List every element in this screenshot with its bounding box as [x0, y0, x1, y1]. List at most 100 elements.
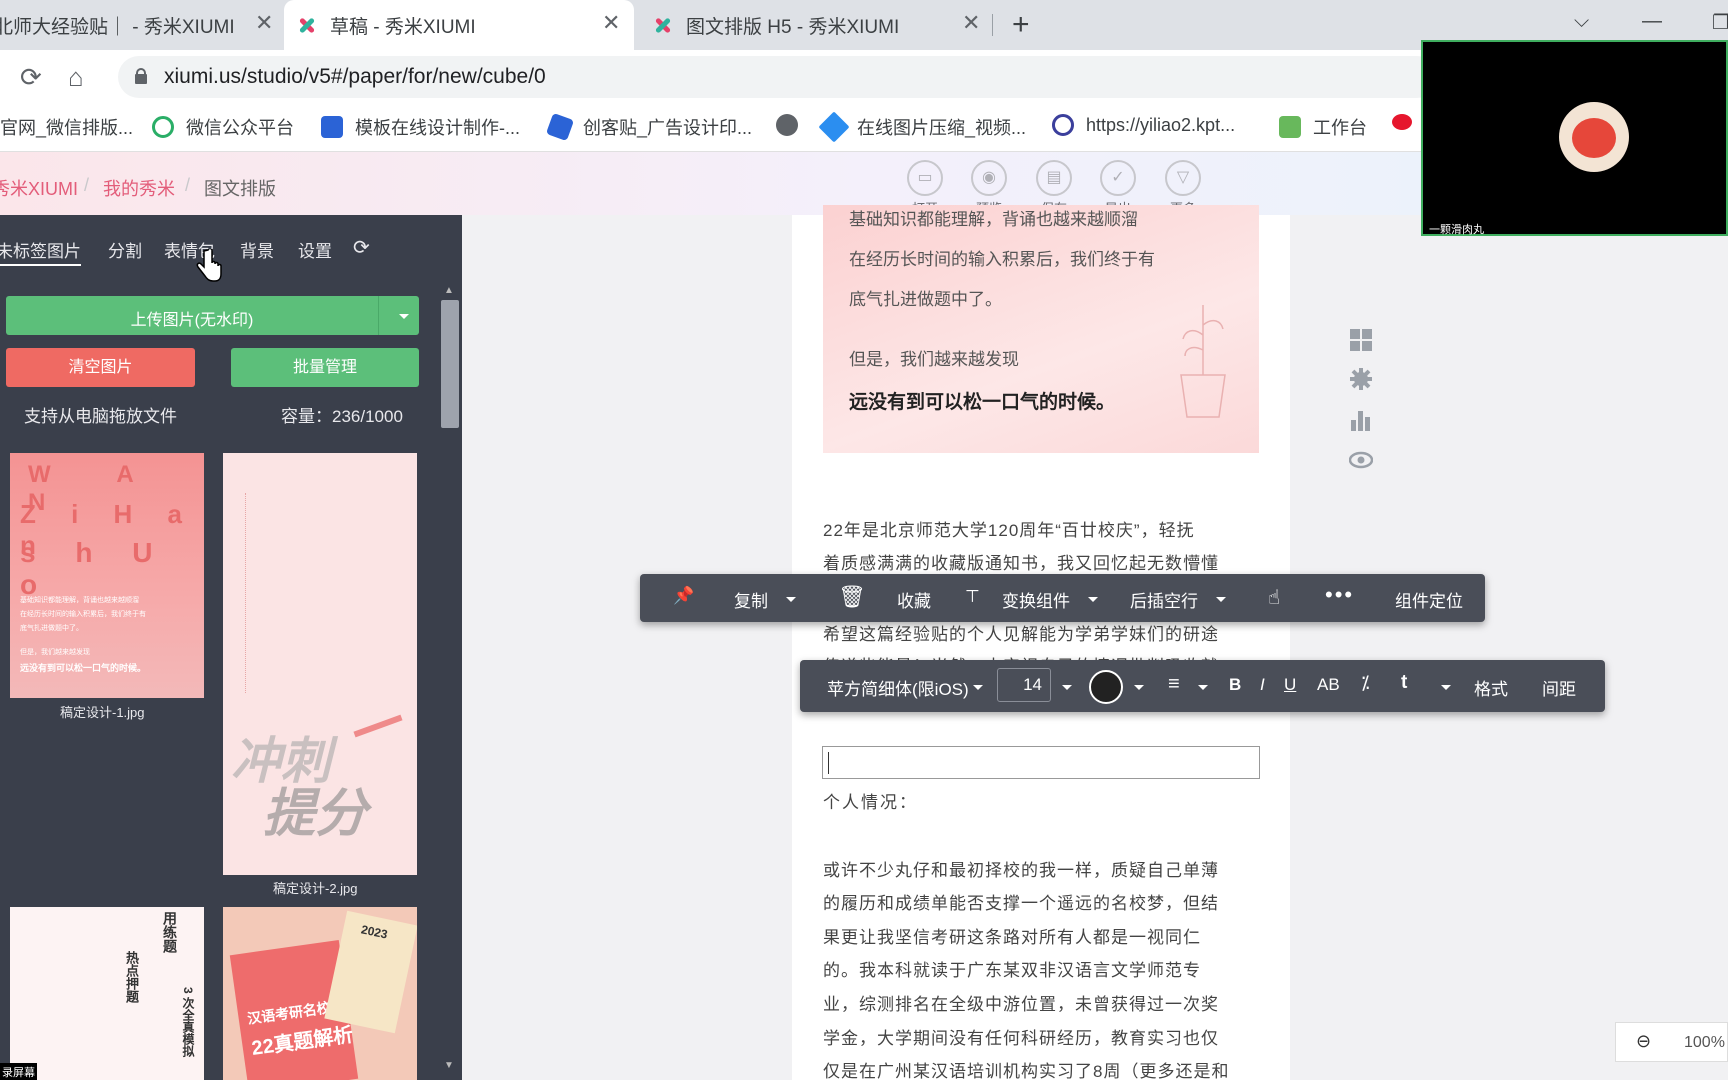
- bookmark-kpt[interactable]: https://yiliao2.kpt...: [1052, 114, 1235, 136]
- zoom-out-icon[interactable]: ⊖: [1636, 1031, 1651, 1052]
- bookmark-wechat[interactable]: 微信公众平台: [152, 114, 294, 140]
- tab-background[interactable]: 背景: [240, 237, 274, 262]
- close-icon[interactable]: ✕: [602, 10, 620, 36]
- italic-button[interactable]: I: [1260, 675, 1265, 695]
- section-title[interactable]: 个人情况：: [823, 788, 918, 813]
- image-thumb-2[interactable]: 冲刺 提分: [223, 453, 417, 875]
- card-line: 底气扎进做题中了。: [849, 290, 1002, 309]
- breadcrumb-my-xiumi[interactable]: 我的秀米: [103, 175, 175, 201]
- scroll-up-icon[interactable]: ▲: [444, 285, 454, 296]
- paint-roller-icon[interactable]: ⊤: [965, 587, 980, 607]
- tab-draft[interactable]: 草稿 - 秀米XIUMI ✕: [284, 0, 634, 50]
- paragraph-line[interactable]: 22年是北京师范大学120周年“百廿校庆”，轻抚: [823, 516, 1195, 541]
- font-size-input[interactable]: 14: [997, 668, 1051, 702]
- upload-image-button[interactable]: 上传图片(无水印): [6, 296, 419, 335]
- close-icon[interactable]: ✕: [255, 10, 273, 36]
- reload-icon[interactable]: ⟳: [20, 62, 42, 93]
- swap-dropdown-caret-icon[interactable]: [1088, 597, 1098, 602]
- strikethrough-button[interactable]: AB: [1317, 675, 1340, 695]
- empty-text-input[interactable]: [822, 746, 1260, 779]
- home-icon[interactable]: ⌂: [68, 62, 84, 93]
- spacing-button[interactable]: 间距: [1542, 675, 1576, 700]
- tab-divider[interactable]: 分割: [108, 237, 142, 262]
- format-button[interactable]: 格式: [1474, 675, 1508, 700]
- pink-image-card[interactable]: 基础知识都能理解，背诵也越来越顺溜 在经历长时间的输入积累后，我们终于有 底气扎…: [823, 205, 1259, 453]
- bookmark-compress[interactable]: 在线图片压缩_视频...: [818, 111, 1026, 143]
- copy-dropdown-caret-icon[interactable]: [786, 597, 796, 602]
- paragraph-line[interactable]: 的。我本科就读于广东某双非汉语言文学师范专: [823, 956, 1201, 981]
- copy-button[interactable]: 复制: [734, 587, 768, 612]
- batch-manage-button[interactable]: 批量管理: [231, 348, 419, 387]
- image-caption: 稿定设计-2.jpg: [273, 881, 358, 896]
- paragraph-line[interactable]: 果更让我坚信考研这条路对所有人都是一视同仁: [823, 923, 1201, 948]
- panel-scrollbar-thumb[interactable]: [441, 300, 459, 428]
- paragraph-line[interactable]: 的履历和成绩单能否支撑一个遥远的名校梦，但结: [823, 889, 1219, 914]
- color-dropdown-caret-icon[interactable]: [1134, 685, 1144, 690]
- swap-component-button[interactable]: 变换组件: [1002, 587, 1070, 612]
- new-tab-button[interactable]: +: [1012, 8, 1030, 42]
- maximize-icon[interactable]: ❐: [1712, 10, 1728, 35]
- underline-button[interactable]: U: [1284, 675, 1296, 695]
- text-color-swatch[interactable]: [1089, 670, 1123, 704]
- tab-untagged-images[interactable]: 未标签图片: [0, 237, 81, 266]
- gear-icon[interactable]: [1349, 367, 1373, 391]
- scroll-down-icon[interactable]: ▼: [444, 1060, 454, 1071]
- tab-search-chevron-icon[interactable]: ⌵: [1574, 10, 1589, 33]
- collect-button[interactable]: 收藏: [897, 587, 931, 612]
- paragraph-line[interactable]: 学金，大学期间没有任何科研经历，教育实习也仅: [823, 1024, 1219, 1049]
- bookmark-globe[interactable]: [776, 114, 810, 136]
- tab-beishida[interactable]: 北师大经验贴｜ - 秀米XIUMI ✕: [0, 0, 284, 50]
- thumb-arrow: [353, 714, 403, 738]
- locate-component-button[interactable]: 组件定位: [1395, 587, 1463, 612]
- insert-after-button[interactable]: 后插空行: [1130, 587, 1198, 612]
- paragraph-line[interactable]: 或许不少丸仔和最初择校的我一样，质疑自己单薄: [823, 856, 1219, 881]
- size-dropdown-caret-icon[interactable]: [1062, 685, 1072, 690]
- grid-icon[interactable]: [1349, 328, 1373, 352]
- text-style-caret-icon[interactable]: [1441, 685, 1451, 690]
- font-select[interactable]: 苹方简细体(限iOS): [827, 675, 969, 700]
- refresh-icon[interactable]: ⟳: [353, 235, 370, 260]
- clear-images-button[interactable]: 清空图片: [6, 348, 195, 387]
- image-thumb-4[interactable]: 汉语考研名校 22真题解析 2023: [223, 907, 417, 1080]
- bookmark-site[interactable]: 官网_微信排版...: [0, 114, 133, 140]
- bold-button[interactable]: B: [1229, 675, 1241, 695]
- template-icon: [321, 116, 343, 138]
- paragraph-line[interactable]: 希望这篇经验贴的个人见解能为学弟学妹们的研途: [823, 620, 1219, 645]
- bookmark-workbench[interactable]: 工作台: [1279, 114, 1367, 140]
- align-dropdown-caret-icon[interactable]: [1198, 685, 1208, 690]
- breadcrumb-xiumi[interactable]: 秀米XIUMI: [0, 175, 78, 201]
- video-call-overlay[interactable]: 一颗滑肉丸: [1421, 40, 1728, 236]
- paragraph-line[interactable]: 业，综测排名在全级中游位置，未曾获得过一次奖: [823, 990, 1219, 1015]
- breadcrumb-separator: /: [185, 175, 191, 195]
- paragraph-line[interactable]: 着质感满满的收藏版通知书，我又回忆起无数懵懂: [823, 549, 1219, 574]
- more-options-icon[interactable]: •••: [1325, 582, 1354, 608]
- bookmark-template[interactable]: 模板在线设计制作-...: [321, 114, 520, 140]
- image-thumb-3[interactable]: 用练题 热点押题 3 次全真模拟: [10, 907, 204, 1080]
- minimize-icon[interactable]: —: [1642, 10, 1662, 33]
- image-thumb-1[interactable]: W A N Z i H a n s h U o 基础知识都能理解，背诵也越来越顺…: [10, 453, 204, 698]
- align-icon[interactable]: ≡: [1168, 673, 1180, 696]
- bookmark-weibo[interactable]: [1392, 114, 1424, 130]
- eye-icon[interactable]: [1349, 448, 1373, 472]
- paragraph-line[interactable]: 仅是在广州某汉语培训机构实习了8周（更多还是和: [823, 1057, 1229, 1080]
- bar-chart-icon[interactable]: [1349, 408, 1373, 432]
- card-line: 在经历长时间的输入积累后，我们终于有: [849, 250, 1155, 269]
- close-icon[interactable]: ✕: [962, 10, 980, 36]
- insert-dropdown-caret-icon[interactable]: [1216, 597, 1226, 602]
- tab-settings[interactable]: 设置: [298, 237, 332, 262]
- clear-format-icon[interactable]: ⁒: [1361, 672, 1370, 695]
- screen: 北师大经验贴｜ - 秀米XIUMI ✕ 草稿 - 秀米XIUMI ✕ 图文排版 …: [0, 0, 1728, 1080]
- upload-dropdown-caret-icon[interactable]: [399, 314, 409, 319]
- font-dropdown-caret-icon[interactable]: [973, 685, 983, 690]
- trash-icon[interactable]: 🗑: [838, 584, 866, 610]
- thumb-line: 远没有到可以松一口气的时候。: [20, 663, 147, 673]
- touch-select-icon[interactable]: ☝: [1268, 585, 1280, 610]
- tab-h5[interactable]: 图文排版 H5 - 秀米XIUMI ✕: [640, 0, 990, 50]
- url-text[interactable]: xiumi.us/studio/v5#/paper/for/new/cube/0: [164, 65, 546, 89]
- zoom-control[interactable]: ⊖ 100%: [1615, 1022, 1728, 1062]
- bookmark-chuangke[interactable]: 创客贴_广告设计印...: [545, 112, 752, 142]
- image-library-panel: 未标签图片 分割 表情包 背景 设置 ⟳ 上传图片(无水印) 清空图片 批量管理…: [0, 215, 462, 1080]
- text-style-icon[interactable]: t: [1401, 672, 1407, 694]
- address-bar[interactable]: xiumi.us/studio/v5#/paper/for/new/cube/0: [118, 56, 1438, 98]
- pin-icon[interactable]: 📌: [673, 586, 694, 606]
